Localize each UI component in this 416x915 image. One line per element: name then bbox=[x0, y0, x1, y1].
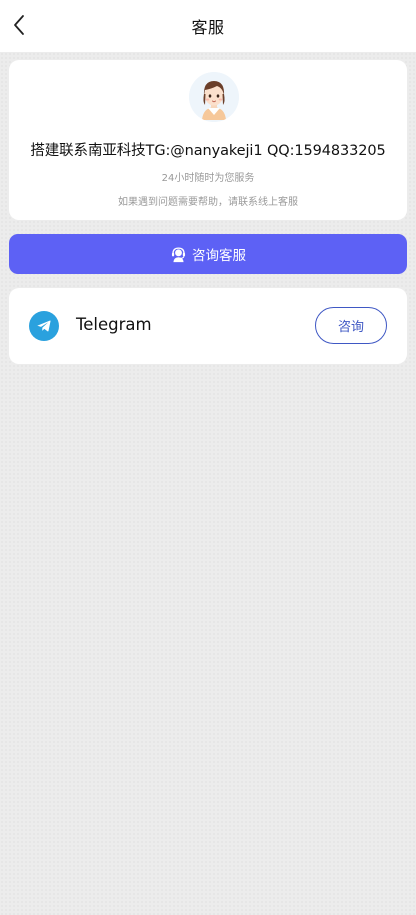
back-button[interactable] bbox=[8, 10, 30, 40]
service-hours-text: 24小时随时为您服务 bbox=[161, 173, 255, 184]
channel-item-telegram: Telegram 咨询 bbox=[9, 288, 407, 364]
channel-name: Telegram bbox=[76, 315, 152, 334]
help-text: 如果遇到问题需要帮助，请联系线上客服 bbox=[118, 197, 298, 208]
page-title: 客服 bbox=[191, 18, 225, 37]
top-bar: 客服 bbox=[0, 0, 416, 52]
avatar bbox=[189, 72, 239, 122]
telegram-icon bbox=[29, 311, 59, 341]
contact-info: 搭建联系南亚科技TG:@nanyakeji1 QQ:1594833205 bbox=[30, 143, 386, 159]
consult-service-label: 咨询客服 bbox=[192, 248, 246, 264]
headset-icon bbox=[170, 246, 187, 263]
consult-service-button[interactable]: 咨询客服 bbox=[9, 234, 407, 274]
chevron-left-icon bbox=[14, 15, 24, 35]
customer-service-avatar-icon bbox=[189, 72, 239, 122]
telegram-consult-button[interactable]: 咨询 bbox=[315, 307, 387, 344]
service-info-card: 搭建联系南亚科技TG:@nanyakeji1 QQ:1594833205 24小… bbox=[9, 60, 407, 220]
